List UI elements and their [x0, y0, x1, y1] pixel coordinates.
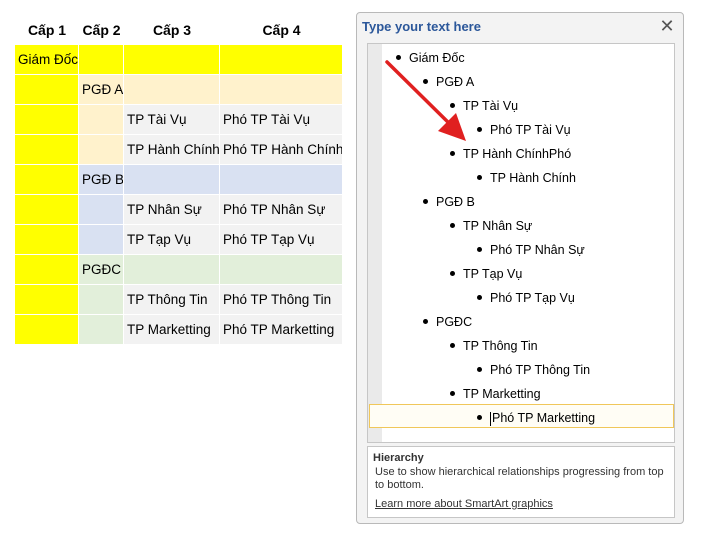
bullet-item[interactable]: Phó TP Tạp Vụ: [477, 286, 575, 310]
header-row: Cấp 1 Cấp 2 Cấp 3 Cấp 4: [15, 15, 343, 45]
table-row: PGĐ A: [15, 75, 343, 105]
table-cell[interactable]: Phó TP Nhân Sự: [220, 195, 343, 225]
bullet-dot-icon: [477, 247, 482, 253]
bullet-dot-icon: [423, 319, 428, 325]
layout-name: Hierarchy: [373, 452, 424, 464]
bullet-item[interactable]: Phó TP Marketting: [477, 406, 595, 430]
bullet-text: Phó TP Tạp Vụ: [490, 291, 575, 305]
table-cell[interactable]: [15, 75, 79, 105]
close-icon[interactable]: ✕: [657, 16, 677, 36]
table-row: PGĐC: [15, 255, 343, 285]
bullet-item[interactable]: Phó TP Nhân Sự: [477, 238, 585, 262]
table-cell[interactable]: PGĐ B: [79, 165, 124, 195]
table-cell[interactable]: [220, 255, 343, 285]
bullet-text: TP Tạp Vụ: [463, 267, 523, 281]
layout-description-text: Use to show hierarchical relationships p…: [375, 466, 664, 491]
table-cell[interactable]: [220, 75, 343, 105]
table-cell[interactable]: Phó TP Tạp Vụ: [220, 225, 343, 255]
bullet-item[interactable]: TP Marketting: [450, 382, 541, 406]
pane-title: Type your text here: [362, 19, 481, 34]
bullet-item[interactable]: PGĐC: [423, 310, 472, 334]
bullet-item[interactable]: TP Nhân Sự: [450, 214, 532, 238]
table-cell[interactable]: Phó TP Hành Chính: [220, 135, 343, 165]
table-row: TP Tạp Vụ Phó TP Tạp Vụ: [15, 225, 343, 255]
table-cell[interactable]: [79, 225, 124, 255]
table-cell[interactable]: [15, 135, 79, 165]
table-cell[interactable]: TP Marketting: [124, 315, 220, 345]
table-cell[interactable]: [15, 165, 79, 195]
bullet-text: PGĐ B: [436, 195, 475, 209]
table-cell[interactable]: Phó TP Thông Tin: [220, 285, 343, 315]
table-cell[interactable]: [79, 195, 124, 225]
header-cap-4[interactable]: Cấp 4: [220, 15, 343, 45]
table-cell[interactable]: [15, 195, 79, 225]
bullet-text: TP Hành Chính: [490, 171, 576, 185]
table-cell[interactable]: [79, 135, 124, 165]
bullet-item[interactable]: TP Hành Chính: [477, 166, 576, 190]
table-cell[interactable]: [220, 45, 343, 75]
bullet-item[interactable]: TP Thông Tin: [450, 334, 538, 358]
table-cell[interactable]: Phó TP Marketting: [220, 315, 343, 345]
bullet-text: Phó TP Thông Tin: [490, 363, 591, 377]
table-cell[interactable]: TP Nhân Sự: [124, 195, 220, 225]
table-cell[interactable]: [79, 45, 124, 75]
table-row: TP Hành Chính Phó TP Hành Chính: [15, 135, 343, 165]
header-cap-1[interactable]: Cấp 1: [15, 15, 79, 45]
red-arrow-annotation: [385, 60, 466, 141]
table-row: PGĐ B: [15, 165, 343, 195]
bullet-text: TP Nhân Sự: [463, 219, 533, 233]
bullet-dot-icon: [450, 223, 455, 229]
bullet-dot-icon: [450, 271, 455, 277]
table-cell[interactable]: PGĐC: [79, 255, 124, 285]
bullet-dot-icon: [477, 175, 482, 181]
table-cell[interactable]: TP Tạp Vụ: [124, 225, 220, 255]
table-cell[interactable]: PGĐ A: [79, 75, 124, 105]
table-row: TP Tài Vụ Phó TP Tài Vụ: [15, 105, 343, 135]
table-row: TP Nhân Sự Phó TP Nhân Sự: [15, 195, 343, 225]
table-cell[interactable]: TP Thông Tin: [124, 285, 220, 315]
table-cell[interactable]: [15, 285, 79, 315]
table-cell[interactable]: [124, 165, 220, 195]
bullet-item[interactable]: Phó TP Tài Vụ: [477, 118, 571, 142]
table-cell[interactable]: Phó TP Tài Vụ: [220, 105, 343, 135]
table-cell[interactable]: TP Hành Chính: [124, 135, 220, 165]
bullet-dot-icon: [450, 343, 455, 349]
header-cap-3[interactable]: Cấp 3: [124, 15, 220, 45]
bullet-dot-icon: [450, 391, 455, 397]
table-cell[interactable]: [79, 285, 124, 315]
bullet-dot-icon: [477, 295, 482, 301]
table-cell[interactable]: [124, 75, 220, 105]
bullet-item[interactable]: TP Tạp Vụ: [450, 262, 522, 286]
bullet-item[interactable]: PGĐ B: [423, 190, 475, 214]
bullet-item[interactable]: Phó TP Thông Tin: [477, 358, 590, 382]
header-cap-2[interactable]: Cấp 2: [79, 15, 124, 45]
table-cell[interactable]: [15, 225, 79, 255]
bullet-dot-icon: [477, 367, 482, 373]
table-row: TP Marketting Phó TP Marketting: [15, 315, 343, 345]
table-cell[interactable]: [15, 315, 79, 345]
bullet-text: PGĐC: [436, 315, 473, 329]
table-cell[interactable]: Giám Đốc: [15, 45, 79, 75]
table-row: TP Thông Tin Phó TP Thông Tin: [15, 285, 343, 315]
bullet-dot-icon: [423, 199, 428, 205]
table-cell[interactable]: [79, 105, 124, 135]
table-cell[interactable]: [124, 45, 220, 75]
table-cell[interactable]: [15, 105, 79, 135]
bullet-text: TP Marketting: [463, 387, 541, 401]
table-cell[interactable]: [15, 255, 79, 285]
layout-description: Hierarchy Use to show hierarchical relat…: [367, 446, 675, 518]
bullet-text: Phó TP Tài Vụ: [490, 123, 571, 137]
table-cell[interactable]: TP Tài Vụ: [124, 105, 220, 135]
learn-more-link[interactable]: Learn more about SmartArt graphics: [375, 498, 553, 510]
bullet-text: Phó TP Nhân Sự: [490, 243, 585, 257]
table-cell[interactable]: [79, 315, 124, 345]
bullet-dot-icon: [477, 415, 482, 421]
bullet-text: Phó TP Marketting: [492, 411, 596, 425]
bullet-text: TP Thông Tin: [463, 339, 538, 353]
text-cursor: [490, 411, 491, 426]
table-row: Giám Đốc: [15, 45, 343, 75]
table-cell[interactable]: [124, 255, 220, 285]
table-cell[interactable]: [220, 165, 343, 195]
